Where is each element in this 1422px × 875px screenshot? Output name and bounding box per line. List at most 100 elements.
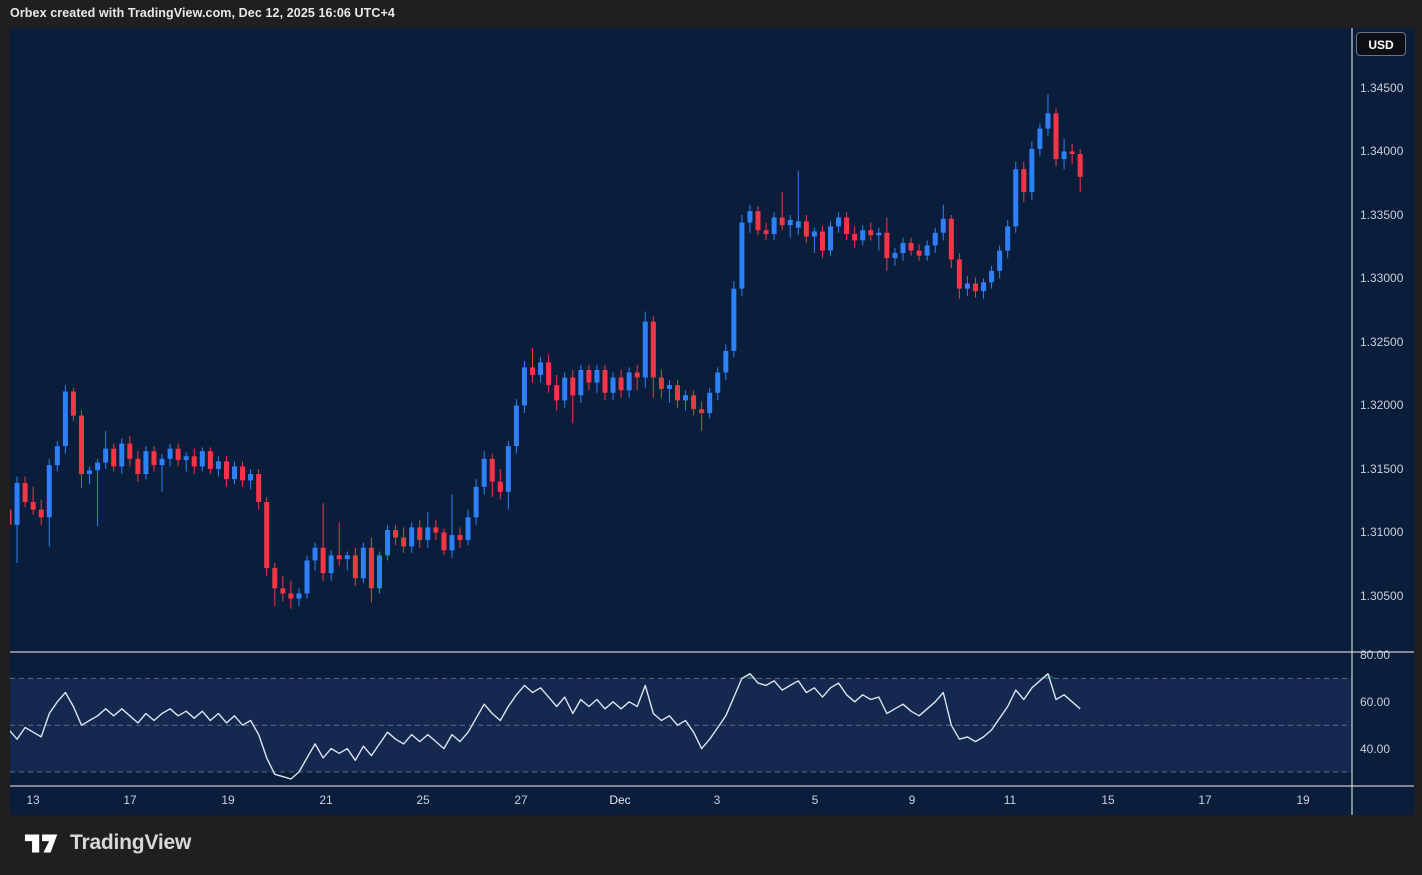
candle-body (216, 461, 221, 469)
candle-body (506, 446, 511, 492)
candle-body (715, 372, 720, 392)
candle-body (119, 444, 124, 467)
candle-body (7, 510, 12, 525)
candle-wick (347, 552, 348, 571)
candle-wick (878, 228, 879, 251)
candle-body (796, 221, 801, 227)
candle-body (1054, 113, 1059, 159)
candle-body (578, 370, 583, 395)
candle-body (200, 451, 205, 466)
candle-body (852, 234, 857, 240)
candle-body (329, 555, 334, 573)
candle-body (667, 385, 672, 389)
footer-bar: TradingView (0, 815, 1422, 875)
candle-body (1037, 129, 1042, 149)
candle-body (409, 527, 414, 546)
candle-body (1045, 113, 1050, 128)
candle-body (828, 226, 833, 250)
candle-body (764, 230, 769, 234)
candle-body (95, 463, 100, 471)
rsi-tick-label: 60.00 (1360, 694, 1390, 710)
candle-body (345, 555, 350, 559)
candle-body (39, 510, 44, 518)
price-tick-label: 1.33000 (1360, 270, 1403, 286)
candle-body (643, 322, 648, 378)
candle-body (884, 233, 889, 258)
candle-body (256, 474, 261, 502)
candle-body (514, 405, 519, 446)
candle-body (876, 233, 881, 236)
candle-body (377, 555, 382, 588)
candle-body (756, 211, 761, 230)
time-tick-label: 17 (1183, 792, 1227, 808)
candle-body (860, 230, 865, 240)
candle-body (71, 392, 76, 416)
candle-body (868, 230, 873, 235)
candle-body (723, 351, 728, 373)
candle-body (602, 370, 607, 393)
candle-body (611, 378, 616, 393)
candle-wick (669, 380, 670, 403)
candle-body (321, 548, 326, 573)
candle-body (949, 219, 954, 260)
candle-body (731, 289, 736, 351)
candle-body (691, 395, 696, 409)
candle-body (530, 367, 535, 375)
candle-wick (532, 348, 533, 382)
candle-body (659, 378, 664, 389)
candle-body (699, 409, 704, 413)
candle-body (836, 217, 841, 226)
candle-body (313, 548, 318, 561)
candle-body (264, 502, 269, 568)
candle-body (1013, 169, 1018, 226)
candle-body (554, 385, 559, 400)
candle-body (997, 251, 1002, 271)
candle-body (1078, 154, 1083, 177)
candle-body (232, 466, 237, 479)
candle-body (772, 217, 777, 234)
candle-body (160, 459, 165, 465)
candle-body (925, 245, 930, 255)
price-tick-label: 1.31000 (1360, 524, 1403, 540)
candle-body (55, 446, 60, 465)
candle-body (31, 502, 36, 510)
candle-body (522, 367, 527, 405)
candle-body (208, 451, 213, 469)
tradingview-logo[interactable]: TradingView (24, 829, 191, 857)
candle-body (143, 451, 148, 474)
candle-body (586, 370, 591, 383)
candle-body (1021, 169, 1026, 192)
candle-body (546, 362, 551, 385)
candle-body (538, 362, 543, 375)
candle-body (240, 466, 245, 480)
candle-body (627, 372, 632, 390)
candle-body (780, 217, 785, 225)
candle-wick (9, 505, 10, 546)
currency-badge[interactable]: USD (1356, 32, 1406, 56)
candle-body (135, 459, 140, 474)
candle-body (844, 217, 849, 234)
candle-body (248, 474, 253, 480)
candle-body (79, 416, 84, 474)
candle-body (1029, 149, 1034, 192)
candle-body (804, 221, 809, 236)
tradingview-chart-window: Orbex created with TradingView.com, Dec … (0, 0, 1422, 875)
candle-body (570, 378, 575, 396)
candle-body (788, 220, 793, 225)
chart-canvas[interactable] (0, 0, 1422, 875)
candle-body (482, 459, 487, 487)
candle-body (176, 449, 181, 460)
candle-body (425, 527, 430, 540)
candle-body (353, 555, 358, 578)
candle-body (490, 459, 495, 482)
tradingview-logo-icon (24, 829, 62, 857)
candle-body (651, 322, 656, 378)
candle-body (304, 560, 309, 593)
candle-wick (790, 215, 791, 238)
candle-body (498, 482, 503, 492)
candle-body (900, 243, 905, 253)
candle-body (989, 271, 994, 282)
price-tick-label: 1.30500 (1360, 588, 1403, 604)
candle-body (909, 243, 914, 251)
candle-body (562, 378, 567, 401)
